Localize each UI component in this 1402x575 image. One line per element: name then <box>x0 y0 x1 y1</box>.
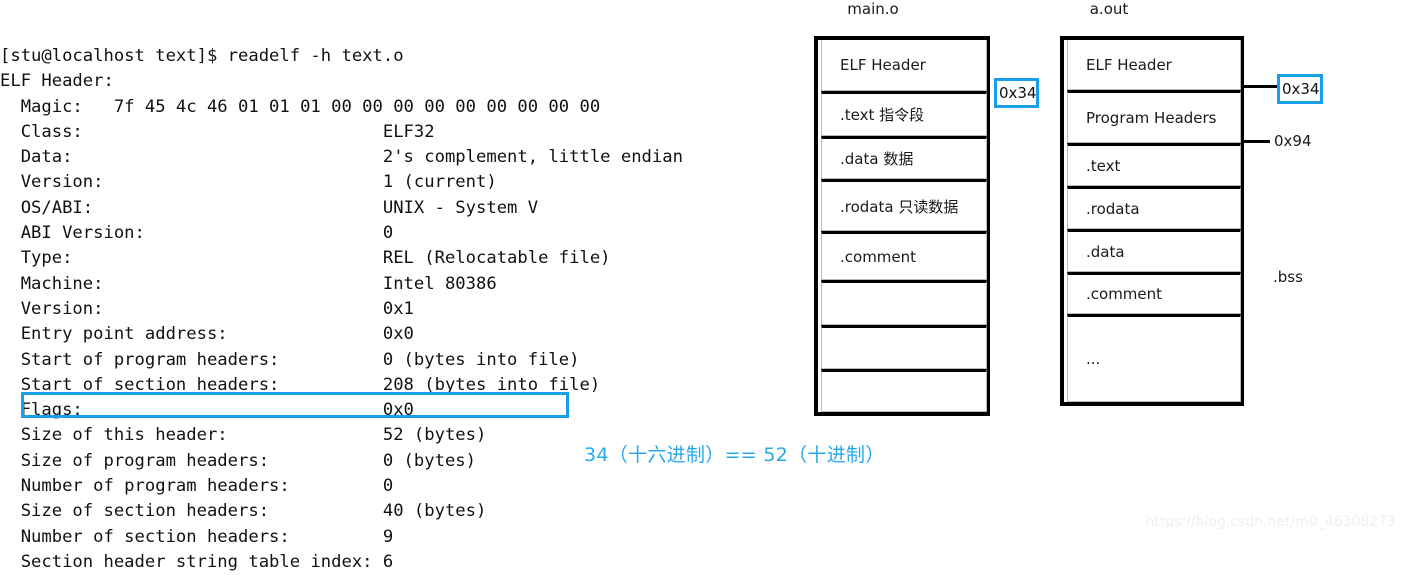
terminal-line: Machine: Intel 80386 <box>0 273 497 294</box>
segment-empty-2 <box>821 325 987 369</box>
segment-text: .text <box>1067 143 1241 186</box>
terminal-line: Start of section headers: 208 (bytes int… <box>0 374 601 395</box>
address-label-main-o-0x34: 0x34 <box>994 78 1039 108</box>
terminal-line: Number of section headers: 9 <box>0 526 394 547</box>
terminal-line: Version: 1 (current) <box>0 172 497 193</box>
terminal-line: Class: ELF32 <box>0 121 435 142</box>
segment-ellipsis: ... <box>1067 314 1241 402</box>
segment-comment: .comment <box>1067 272 1241 314</box>
segment-program-headers: Program Headers <box>1067 90 1241 143</box>
terminal-line: ABI Version: 0 <box>0 223 394 244</box>
terminal-line: Start of program headers: 0 (bytes into … <box>0 349 580 370</box>
segment-text: .text 指令段 <box>821 91 987 136</box>
terminal-line: OS/ABI: UNIX - System V <box>0 197 539 218</box>
terminal-output: [stu@localhost text]$ readelf -h text.o … <box>0 44 800 575</box>
terminal-line: Version: 0x1 <box>0 298 414 319</box>
terminal-line: Entry point address: 0x0 <box>0 324 414 345</box>
segment-empty-3 <box>821 369 987 412</box>
terminal-line: Size of section headers: 40 (bytes) <box>0 501 487 522</box>
segment-rodata: .rodata 只读数据 <box>821 179 987 231</box>
terminal-line: Magic: 7f 45 4c 46 01 01 01 00 00 00 00 … <box>0 96 601 117</box>
leader-line-0x34 <box>1244 85 1280 88</box>
terminal-line: [stu@localhost text]$ readelf -h text.o <box>0 46 404 66</box>
watermark: https://blog.csdn.net/m0_46308273 <box>1145 514 1396 530</box>
segment-rodata: .rodata <box>1067 186 1241 229</box>
diagram-title-a-out: a.out <box>1089 0 1129 18</box>
side-label-bss: .bss <box>1273 268 1303 286</box>
segment-elf-header: ELF Header <box>1067 40 1241 90</box>
terminal-line: Type: REL (Relocatable file) <box>0 248 611 269</box>
file-layout-a-out: ELF Header Program Headers .text .rodata… <box>1060 36 1244 406</box>
terminal-line: Flags: 0x0 <box>0 400 414 421</box>
segment-comment: .comment <box>821 231 987 280</box>
segment-data: .data 数据 <box>821 136 987 179</box>
terminal-line: Section header string table index: 6 <box>0 551 394 572</box>
address-label-a-out-0x94: 0x94 <box>1274 132 1312 150</box>
hex-decimal-annotation: 34（十六进制）== 52（十进制） <box>584 444 885 466</box>
leader-line-0x94 <box>1244 140 1270 143</box>
file-layout-main-o: ELF Header .text 指令段 .data 数据 .rodata 只读… <box>814 36 990 416</box>
segment-data: .data <box>1067 229 1241 272</box>
terminal-line: ELF Header: <box>0 71 114 92</box>
terminal-line: Data: 2's complement, little endian <box>0 147 683 168</box>
segment-elf-header: ELF Header <box>821 40 987 91</box>
diagram-title-main-o: main.o <box>847 0 899 18</box>
address-label-a-out-0x34: 0x34 <box>1277 74 1323 104</box>
terminal-line: Number of program headers: 0 <box>0 476 394 497</box>
segment-empty-1 <box>821 280 987 325</box>
